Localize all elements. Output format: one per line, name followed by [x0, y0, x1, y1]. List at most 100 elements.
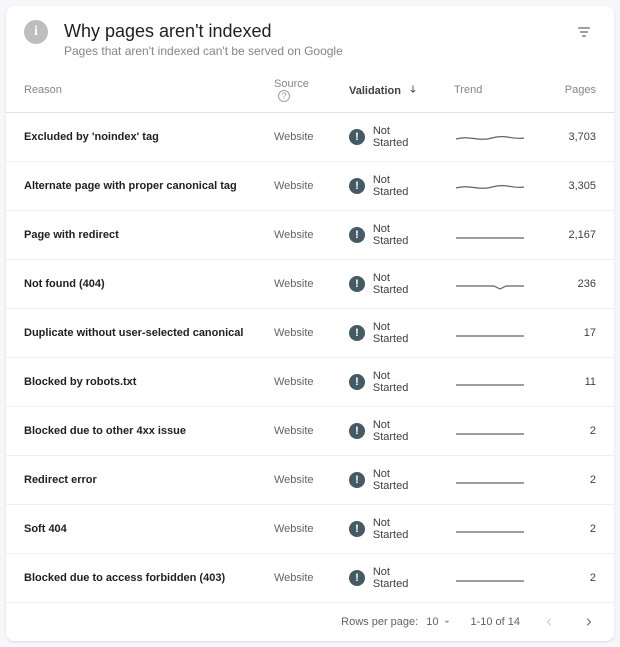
reason-cell: Alternate page with proper canonical tag [6, 162, 256, 211]
validation-status: Not Started [373, 566, 428, 590]
pages-cell: 3,305 [534, 162, 614, 211]
rows-per-page: Rows per page: 10 [341, 616, 452, 628]
source-cell: Website [256, 260, 331, 309]
table-row[interactable]: Excluded by 'noindex' tagWebsite! Not Sta… [6, 113, 614, 162]
validation-status: Not Started [373, 419, 428, 443]
reason-cell: Blocked by robots.txt [6, 358, 256, 407]
validation-status: Not Started [373, 468, 428, 492]
table-footer: Rows per page: 10 1-10 of 14 [6, 603, 614, 641]
col-pages[interactable]: Pages [534, 68, 614, 113]
validation-cell: ! Not Started [331, 260, 436, 309]
col-trend[interactable]: Trend [436, 68, 534, 113]
trend-cell [436, 162, 534, 211]
card-title: Why pages aren't indexed [64, 20, 572, 42]
rows-per-page-label: Rows per page: [341, 616, 418, 628]
filter-icon [576, 24, 592, 40]
validation-cell: ! Not Started [331, 358, 436, 407]
trend-cell [436, 260, 534, 309]
validation-cell: ! Not Started [331, 554, 436, 603]
trend-cell [436, 407, 534, 456]
pages-cell: 2,167 [534, 211, 614, 260]
source-cell: Website [256, 162, 331, 211]
col-reason[interactable]: Reason [6, 68, 256, 113]
card-header: i Why pages aren't indexed Pages that ar… [6, 6, 614, 68]
table-row[interactable]: Not found (404)Website! Not Started 236 [6, 260, 614, 309]
validation-cell: !Not Started [331, 505, 436, 554]
pages-cell: 2 [534, 505, 614, 554]
source-cell: Website [256, 309, 331, 358]
trend-cell [436, 505, 534, 554]
filter-button[interactable] [572, 20, 596, 44]
table-row[interactable]: Soft 404Website!Not Started 2 [6, 505, 614, 554]
reason-cell: Soft 404 [6, 505, 256, 554]
rows-per-page-select[interactable]: 10 [426, 616, 452, 628]
status-icon: ! [349, 570, 365, 586]
help-icon[interactable]: ? [278, 90, 290, 102]
status-icon: ! [349, 472, 365, 488]
source-cell: Website [256, 358, 331, 407]
col-source[interactable]: Source ? [256, 68, 331, 113]
trend-cell [436, 456, 534, 505]
table-row[interactable]: Page with redirectWebsite!Not Started2,1… [6, 211, 614, 260]
validation-status: Not Started [373, 370, 428, 394]
reason-cell: Redirect error [6, 456, 256, 505]
chevron-right-icon [583, 616, 595, 628]
indexing-reasons-card: i Why pages aren't indexed Pages that ar… [6, 6, 614, 641]
pagination-range: 1-10 of 14 [470, 616, 520, 628]
source-cell: Website [256, 211, 331, 260]
source-cell: Website [256, 505, 331, 554]
status-icon: ! [349, 276, 365, 292]
pages-cell: 17 [534, 309, 614, 358]
reason-cell: Duplicate without user-selected canonica… [6, 309, 256, 358]
table-row[interactable]: Duplicate without user-selected canonica… [6, 309, 614, 358]
source-cell: Website [256, 456, 331, 505]
pages-cell: 2 [534, 456, 614, 505]
trend-cell [436, 211, 534, 260]
status-icon: ! [349, 374, 365, 390]
reason-cell: Excluded by 'noindex' tag [6, 113, 256, 162]
validation-status: Not Started [373, 321, 428, 345]
trend-cell [436, 113, 534, 162]
status-icon: ! [349, 178, 365, 194]
status-icon: ! [349, 521, 365, 537]
reason-cell: Not found (404) [6, 260, 256, 309]
validation-cell: ! Not Started [331, 309, 436, 358]
pages-cell: 236 [534, 260, 614, 309]
chevron-down-icon [442, 617, 452, 627]
source-cell: Website [256, 113, 331, 162]
table-header-row: Reason Source ? Validation Trend Pages [6, 68, 614, 113]
trend-cell [436, 309, 534, 358]
table-row[interactable]: Blocked by robots.txtWebsite! Not Started… [6, 358, 614, 407]
table-row[interactable]: Blocked due to other 4xx issueWebsite! No… [6, 407, 614, 456]
status-icon: ! [349, 325, 365, 341]
info-icon: i [24, 20, 48, 44]
sort-desc-icon [408, 85, 418, 97]
validation-status: Not Started [373, 125, 428, 149]
header-text: Why pages aren't indexed Pages that aren… [64, 20, 572, 58]
prev-page-button[interactable] [538, 611, 560, 633]
pages-cell: 3,703 [534, 113, 614, 162]
col-validation[interactable]: Validation [331, 68, 436, 113]
validation-cell: ! Not Started [331, 456, 436, 505]
next-page-button[interactable] [578, 611, 600, 633]
status-icon: ! [349, 129, 365, 145]
source-cell: Website [256, 554, 331, 603]
validation-status: Not Started [373, 272, 428, 296]
reason-cell: Blocked due to other 4xx issue [6, 407, 256, 456]
pages-cell: 11 [534, 358, 614, 407]
card-subtitle: Pages that aren't indexed can't be serve… [64, 44, 572, 58]
reason-cell: Page with redirect [6, 211, 256, 260]
trend-cell [436, 358, 534, 407]
pages-cell: 2 [534, 554, 614, 603]
validation-cell: ! Not Started [331, 113, 436, 162]
table-row[interactable]: Redirect errorWebsite! Not Started 2 [6, 456, 614, 505]
validation-status: Not Started [373, 223, 428, 247]
validation-status: Not Started [373, 174, 428, 198]
trend-cell [436, 554, 534, 603]
validation-cell: ! Not Started [331, 162, 436, 211]
source-cell: Website [256, 407, 331, 456]
table-row[interactable]: Alternate page with proper canonical tag… [6, 162, 614, 211]
reason-cell: Blocked due to access forbidden (403) [6, 554, 256, 603]
table-row[interactable]: Blocked due to access forbidden (403)Web… [6, 554, 614, 603]
status-icon: ! [349, 423, 365, 439]
